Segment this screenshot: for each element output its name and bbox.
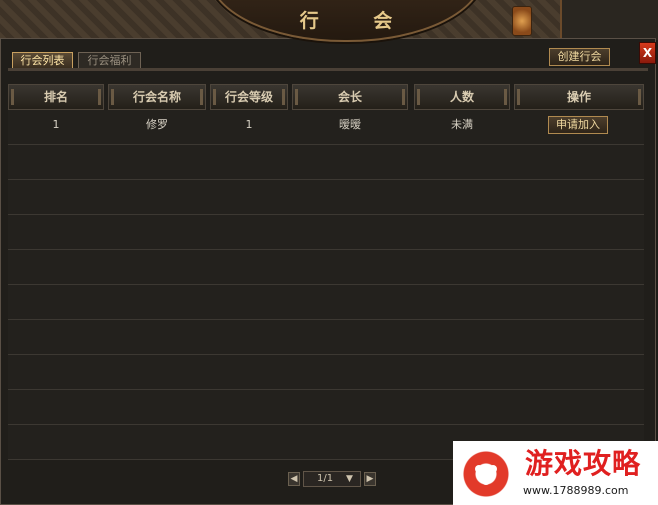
right-arrow-icon: ▶ — [366, 474, 374, 484]
cell-rank: 1 — [52, 118, 60, 131]
table-row — [8, 180, 644, 215]
header-leader: 会长 — [292, 84, 408, 110]
table-row — [8, 355, 644, 390]
guild-table-body: 1 修罗 1 暧暧 未满 申请加入 — [8, 110, 644, 460]
table-row: 1 修罗 1 暧暧 未满 申请加入 — [8, 110, 644, 145]
next-page-button[interactable]: ▶ — [364, 472, 376, 486]
cell-members: 未满 — [451, 118, 473, 131]
tab-divider — [8, 68, 648, 71]
prev-page-button[interactable]: ◀ — [288, 472, 300, 486]
page-select[interactable]: 1/1 ▼ — [303, 471, 361, 487]
apply-join-button[interactable]: 申请加入 — [548, 116, 608, 134]
tab-guild-benefits[interactable]: 行会福利 — [78, 52, 141, 69]
cell-leader: 暧暧 — [339, 118, 361, 131]
header-rank: 排名 — [8, 84, 104, 110]
table-row — [8, 215, 644, 250]
table-row — [8, 145, 644, 180]
close-button[interactable]: X — [639, 42, 656, 64]
create-guild-button[interactable]: 创建行会 — [549, 48, 610, 66]
watermark-title: 游戏攻略 — [525, 447, 642, 480]
cell-guild-name: 修罗 — [146, 118, 168, 131]
window-title: 行 会 — [299, 10, 417, 32]
cell-guild-level: 1 — [245, 118, 253, 131]
page-indicator: 1/1 — [317, 473, 334, 484]
header-members: 人数 — [414, 84, 510, 110]
table-row — [8, 320, 644, 355]
tab-guild-list[interactable]: 行会列表 — [12, 52, 73, 69]
header-guild-name: 行会名称 — [108, 84, 206, 110]
background-building — [560, 0, 658, 40]
header-guild-level: 行会等级 — [210, 84, 288, 110]
chevron-down-icon: ▼ — [346, 474, 353, 484]
left-arrow-icon: ◀ — [290, 474, 298, 484]
watermark-url: www.1788989.com — [523, 484, 629, 497]
table-row — [8, 250, 644, 285]
table-row — [8, 285, 644, 320]
lantern-icon — [512, 6, 532, 36]
gamepad-logo-icon — [461, 449, 511, 499]
header-action: 操作 — [514, 84, 644, 110]
watermark: 游戏攻略 www.1788989.com — [453, 441, 658, 505]
table-header: 排名 行会名称 行会等级 会长 人数 操作 — [8, 84, 644, 110]
table-row — [8, 390, 644, 425]
